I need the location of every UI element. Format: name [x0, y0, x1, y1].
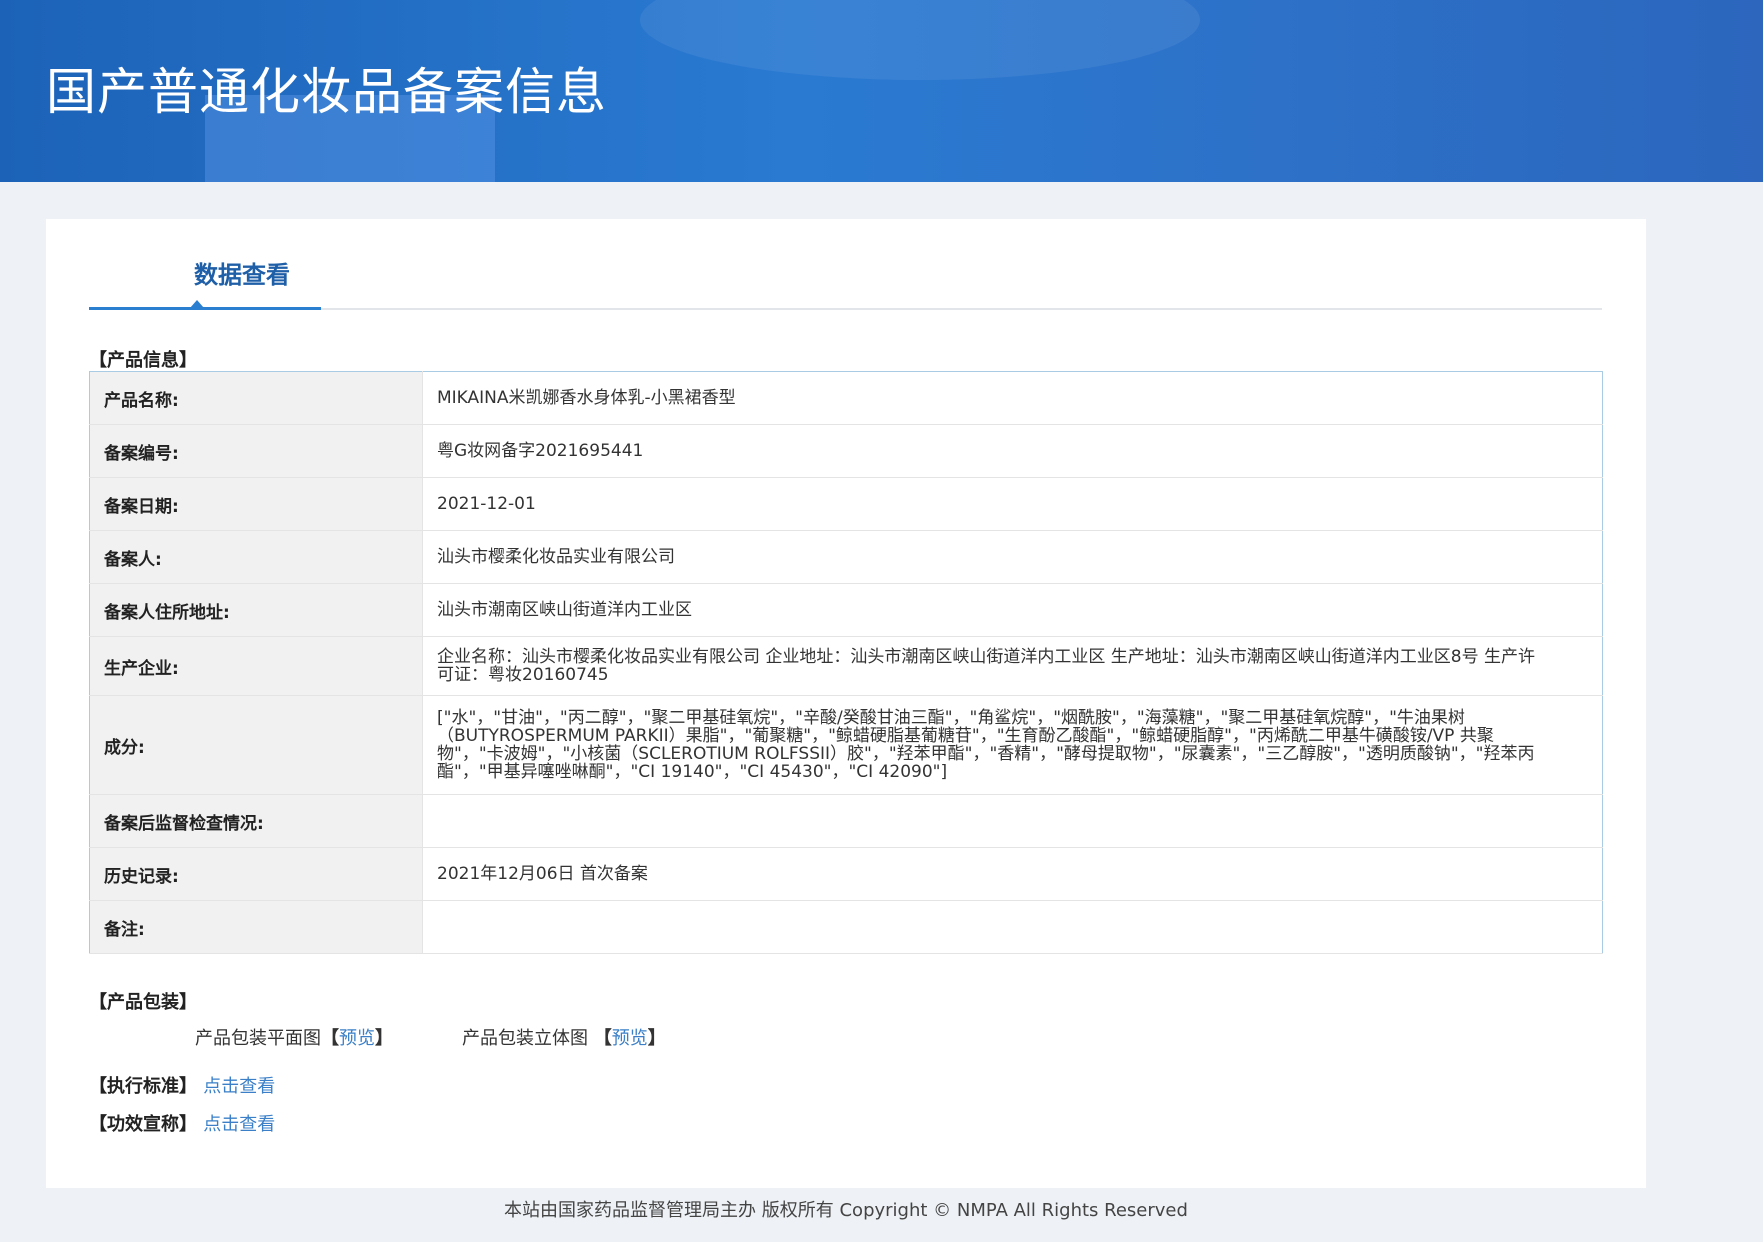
- table-row: 备案人: 汕头市樱柔化妆品实业有限公司: [89, 530, 1603, 584]
- footer-copyright: 本站由国家药品监督管理局主办 版权所有 Copyright © NMPA All…: [504, 1200, 1188, 1221]
- table-row: 备案人住所地址: 汕头市潮南区峡山街道洋内工业区: [89, 583, 1603, 637]
- table-row: 备案后监督检查情况:: [89, 794, 1603, 848]
- row-label: 备案人住所地址:: [89, 583, 423, 637]
- packaging-flat-preview-link[interactable]: 预览: [339, 1028, 375, 1049]
- table-row: 历史记录: 2021年12月06日 首次备案: [89, 847, 1603, 901]
- row-label: 备案后监督检查情况:: [89, 794, 423, 848]
- row-label: 备案编号:: [89, 424, 423, 478]
- row-value: MIKAINA米凯娜香水身体乳-小黑裙香型: [422, 371, 1603, 425]
- table-row: 成分: ["水"，"甘油"，"丙二醇"，"聚二甲基硅氧烷"，"辛酸/癸酸甘油三酯"…: [89, 695, 1603, 795]
- row-value: 2021年12月06日 首次备案: [422, 847, 1603, 901]
- standard-view-link[interactable]: 点击查看: [203, 1076, 275, 1097]
- bracket: 【: [593, 1028, 612, 1049]
- row-label: 备案日期:: [89, 477, 423, 531]
- row-label: 生产企业:: [89, 636, 423, 696]
- bracket: 】: [647, 1028, 666, 1049]
- page-header: 国产普通化妆品备案信息: [0, 0, 1763, 182]
- row-value: 粤G妆网备字2021695441: [422, 424, 1603, 478]
- row-label: 产品名称:: [89, 371, 423, 425]
- table-row: 备注:: [89, 900, 1603, 954]
- table-row: 产品名称: MIKAINA米凯娜香水身体乳-小黑裙香型: [89, 371, 1603, 425]
- row-value: 汕头市樱柔化妆品实业有限公司: [422, 530, 1603, 584]
- row-label: 备案人:: [89, 530, 423, 584]
- packaging-flat: 产品包装平面图【预览】: [195, 1024, 393, 1050]
- header-decoration: [640, 0, 1200, 80]
- table-row: 备案日期: 2021-12-01: [89, 477, 1603, 531]
- bracket: 【: [321, 1028, 339, 1049]
- table-row: 生产企业: 企业名称：汕头市樱柔化妆品实业有限公司 企业地址：汕头市潮南区峡山街道…: [89, 636, 1603, 696]
- bracket: 】: [375, 1028, 393, 1049]
- efficacy-label: 【功效宣称】: [89, 1114, 197, 1135]
- tab-active-indicator: [89, 307, 321, 310]
- tab-data-view[interactable]: 数据查看: [150, 255, 334, 290]
- efficacy-view-link[interactable]: 点击查看: [203, 1114, 275, 1135]
- table-row: 备案编号: 粤G妆网备字2021695441: [89, 424, 1603, 478]
- row-label: 备注:: [89, 900, 423, 954]
- product-info-table: 产品名称: MIKAINA米凯娜香水身体乳-小黑裙香型 备案编号: 粤G妆网备字20…: [89, 371, 1603, 954]
- row-label: 成分:: [89, 695, 423, 795]
- product-info-heading: 【产品信息】: [89, 350, 197, 371]
- efficacy-row: 【功效宣称】 点击查看: [89, 1110, 275, 1136]
- packaging-heading: 【产品包装】: [89, 992, 197, 1013]
- tab-caret-icon: [190, 300, 204, 308]
- row-value: 企业名称：汕头市樱柔化妆品实业有限公司 企业地址：汕头市潮南区峡山街道洋内工业区…: [422, 636, 1603, 696]
- page-title: 国产普通化妆品备案信息: [46, 63, 607, 121]
- standard-label: 【执行标准】: [89, 1076, 197, 1097]
- row-value: [422, 900, 1603, 954]
- packaging-stereo-label: 产品包装立体图: [462, 1028, 588, 1049]
- row-label: 历史记录:: [89, 847, 423, 901]
- packaging-stereo-preview-link[interactable]: 预览: [612, 1028, 648, 1049]
- standard-row: 【执行标准】 点击查看: [89, 1072, 275, 1098]
- row-value: 2021-12-01: [422, 477, 1603, 531]
- packaging-flat-label: 产品包装平面图: [195, 1028, 321, 1049]
- packaging-stereo: 产品包装立体图 【预览】: [462, 1024, 666, 1050]
- row-value: [422, 794, 1603, 848]
- row-value: 汕头市潮南区峡山街道洋内工业区: [422, 583, 1603, 637]
- content-card: 数据查看 【产品信息】 产品名称: MIKAINA米凯娜香水身体乳-小黑裙香型 备…: [46, 219, 1646, 1188]
- row-value: ["水"，"甘油"，"丙二醇"，"聚二甲基硅氧烷"，"辛酸/癸酸甘油三酯"，"角…: [422, 695, 1603, 795]
